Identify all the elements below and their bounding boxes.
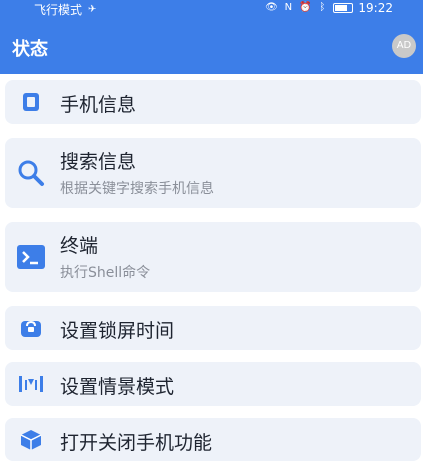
list-item-lock-time[interactable]: 设置锁屏时间 [5,306,421,350]
page-title: 状态 [12,39,48,60]
list-item-subtitle: 执行Shell命令 [60,265,151,281]
list-item-scene-mode[interactable]: 设置情景模式 [5,362,421,406]
list-item-title: 设置锁屏时间 [60,320,175,342]
search-icon [15,157,47,189]
list-item-title: 设置情景模式 [60,376,175,398]
status-bar: 飞行模式 ✈ 👁 N ⏰ ᛒ 19:22 [0,0,423,18]
status-left: 飞行模式 ✈ [34,1,98,18]
list-item-subtitle: 根据关键字搜索手机信息 [60,181,214,197]
list-item-title: 打开关闭手机功能 [60,432,213,454]
lock-icon [15,312,47,344]
phone-icon [15,86,47,118]
list-item-title: 终端 [60,235,99,257]
list-item-terminal[interactable]: 终端 执行Shell命令 [5,222,421,292]
list-item-search-info[interactable]: 搜索信息 根据关键字搜索手机信息 [5,138,421,208]
terminal-icon [15,241,47,273]
app-bar: 状态 AD [0,18,423,74]
list-item-phone-functions[interactable]: 打开关闭手机功能 [5,418,421,461]
scene-mode-icon [15,368,47,400]
ad-badge[interactable]: AD [392,34,416,58]
eye-icon: 👁 [265,2,278,13]
nfc-icon: N [284,2,293,13]
status-time: 19:22 [358,1,393,15]
battery-icon [333,3,354,13]
list-item-title: 手机信息 [60,94,137,116]
status-right: 👁 N ⏰ ᛒ 19:22 [265,1,393,15]
cube-icon [15,424,47,456]
bluetooth-icon: ᛒ [319,2,326,13]
airplane-icon: ✈ [87,3,97,15]
list-item-title: 搜索信息 [60,151,137,173]
list-item-phone-info[interactable]: 手机信息 [5,80,421,124]
airplane-mode-label: 飞行模式 [34,3,83,17]
alarm-icon: ⏰ [299,2,312,13]
